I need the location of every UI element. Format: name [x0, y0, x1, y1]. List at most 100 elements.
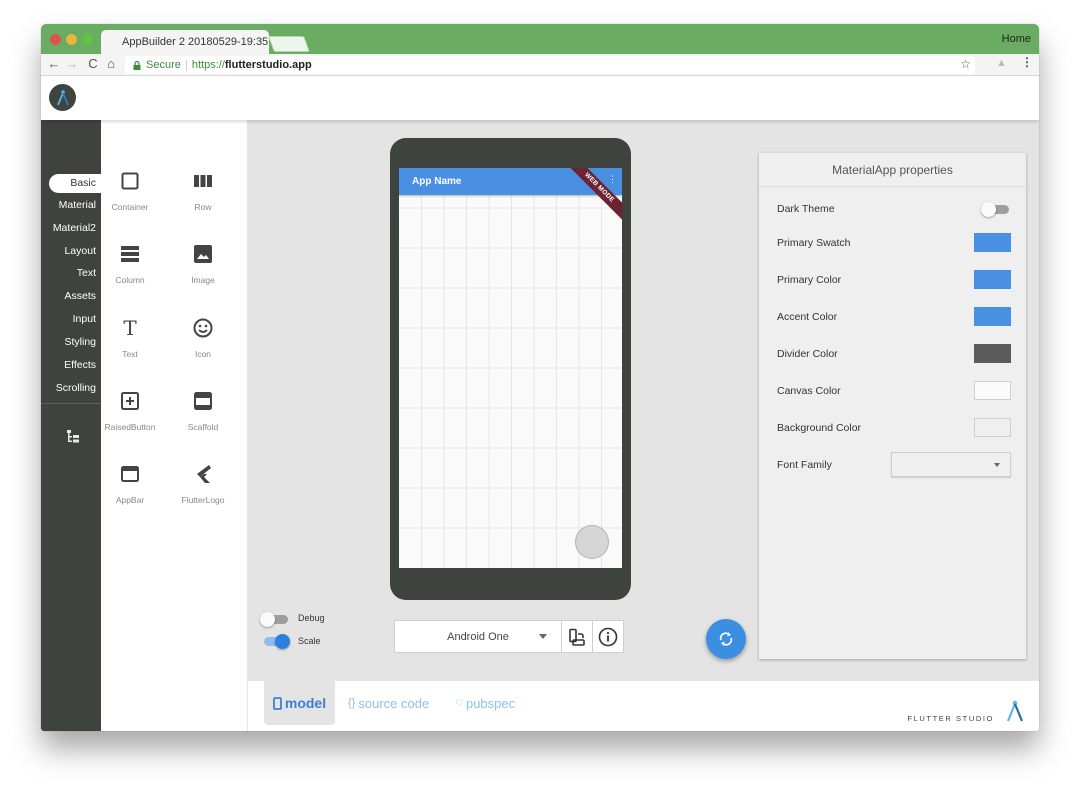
widget-raisedbutton[interactable]: RaisedButton	[94, 388, 166, 432]
tab-model[interactable]: model	[264, 681, 335, 725]
prop-primary-color: Primary Color	[777, 270, 1011, 290]
sidebar-item-material[interactable]: Material	[59, 199, 96, 211]
widget-label: RaisedButton	[104, 422, 156, 432]
widget-text[interactable]: T Text	[94, 315, 166, 359]
prop-divider-color: Divider Color	[777, 344, 1011, 364]
home-icon[interactable]: ⌂	[103, 56, 119, 71]
sidebar-item-material2[interactable]: Material2	[53, 222, 96, 234]
sidebar-item-input[interactable]: Input	[73, 313, 96, 325]
debug-label: Debug	[298, 613, 325, 623]
flutter-logo-icon	[197, 465, 211, 483]
sidebar-divider	[41, 403, 101, 404]
widget-container[interactable]: Container	[94, 168, 166, 212]
app-logo[interactable]	[49, 84, 76, 111]
widget-scaffold[interactable]: Scaffold	[167, 388, 239, 432]
bookmark-star-icon[interactable]: ☆	[960, 57, 971, 71]
primary-swatch-color-picker[interactable]	[974, 233, 1011, 252]
preview-fab[interactable]	[575, 525, 609, 559]
prop-canvas-color: Canvas Color	[777, 381, 1011, 401]
url-scheme: https://	[191, 59, 225, 71]
widget-tree-icon[interactable]	[67, 430, 81, 444]
scale-toggle[interactable]	[260, 634, 290, 649]
brand-wordmark: FLUTTER STUDIO	[907, 714, 994, 723]
svg-text:T: T	[123, 318, 137, 338]
refresh-button[interactable]	[706, 619, 746, 659]
layout-grid	[399, 195, 622, 568]
widget-label: Column	[115, 275, 145, 285]
tab-title: AppBuilder 2 20180529-19:35	[122, 36, 269, 48]
extension-icon[interactable]: ▲	[996, 57, 1007, 69]
prop-label: Dark Theme	[777, 203, 835, 215]
canvas-color-picker[interactable]	[974, 381, 1011, 400]
new-tab-button[interactable]	[268, 36, 310, 52]
prop-label: Divider Color	[777, 348, 838, 360]
widget-icon[interactable]: Icon	[167, 315, 239, 359]
device-select[interactable]: Android One	[394, 620, 562, 653]
rotate-device-button[interactable]	[561, 620, 593, 653]
maximize-window-button[interactable]	[82, 34, 93, 45]
device-info-button[interactable]	[592, 620, 624, 653]
font-family-select[interactable]	[891, 452, 1011, 477]
dark-theme-toggle[interactable]	[981, 202, 1011, 217]
divider-color-picker[interactable]	[974, 344, 1011, 363]
widget-label: AppBar	[115, 495, 145, 505]
tab-pubspec-label: pubspec	[465, 695, 516, 711]
prop-background-color: Background Color	[777, 418, 1011, 438]
primary-color-picker[interactable]	[974, 270, 1011, 289]
widget-image[interactable]: Image	[167, 241, 239, 285]
back-arrow-icon[interactable]: ←	[46, 56, 62, 71]
widget-appbar[interactable]: AppBar	[94, 461, 166, 505]
widget-column[interactable]: Column	[94, 241, 166, 285]
widget-label: Container	[111, 202, 149, 212]
tab-model-label: model	[284, 695, 327, 711]
browser-menu-icon[interactable]: ⋮	[1021, 55, 1033, 69]
smiley-icon	[193, 318, 213, 338]
text-icon: T	[123, 318, 137, 338]
browser-titlebar: AppBuilder 2 20180529-19:35 × Home	[41, 24, 1039, 54]
sidebar-item-styling[interactable]: Styling	[64, 336, 96, 348]
widget-row[interactable]: Row	[167, 168, 239, 212]
browser-window: AppBuilder 2 20180529-19:35 × Home ← → C…	[41, 24, 1039, 731]
tab-pubspec[interactable]: ♡ pubspec	[455, 681, 515, 725]
prop-label: Primary Color	[777, 274, 842, 286]
prop-label: Canvas Color	[777, 385, 841, 397]
minimize-window-button[interactable]	[66, 34, 77, 45]
debug-toggle[interactable]	[260, 612, 290, 627]
sync-icon	[719, 632, 733, 646]
preview-app-name: App Name	[412, 176, 462, 187]
widget-label: Text	[122, 349, 138, 359]
widget-flutterlogo[interactable]: FlutterLogo	[167, 461, 239, 505]
sidebar-item-assets[interactable]: Assets	[64, 290, 96, 302]
url-host: flutterstudio.app	[224, 59, 312, 71]
phone-icon	[272, 696, 282, 710]
scale-label: Scale	[298, 636, 321, 646]
prop-label: Accent Color	[777, 311, 838, 323]
phone-screen[interactable]: App Name ⋮ WEB MODE	[399, 168, 622, 568]
prop-font-family: Font Family	[777, 452, 1011, 477]
sidebar-item-effects[interactable]: Effects	[64, 359, 96, 371]
bottom-tab-bar: model {} source code ♡ pubspec FLUTTER S…	[248, 681, 1039, 731]
browser-tab[interactable]: AppBuilder 2 20180529-19:35 ×	[101, 30, 280, 54]
debug-toggle-knob	[260, 612, 275, 627]
tab-source-code[interactable]: {} source code	[348, 681, 429, 725]
properties-title: MaterialApp properties	[759, 153, 1026, 187]
more-vert-icon: ⋮	[608, 174, 617, 184]
url-separator	[185, 59, 187, 71]
accent-color-picker[interactable]	[974, 307, 1011, 326]
sidebar-item-scrolling[interactable]: Scrolling	[56, 382, 96, 394]
prop-label: Primary Swatch	[777, 237, 851, 249]
close-window-button[interactable]	[50, 34, 61, 45]
url-input[interactable]: Secure https:// flutterstudio.app ☆	[125, 56, 975, 74]
forward-arrow-icon[interactable]: →	[64, 56, 80, 71]
pubspec-icon: ♡	[455, 697, 464, 709]
reload-icon[interactable]: C	[85, 56, 101, 71]
flutter-studio-logo-icon	[1006, 700, 1024, 722]
sidebar-item-layout[interactable]: Layout	[64, 245, 96, 257]
prop-dark-theme: Dark Theme	[777, 199, 1011, 219]
background-color-picker[interactable]	[974, 418, 1011, 437]
profile-label[interactable]: Home	[1002, 33, 1031, 45]
image-icon	[194, 245, 212, 263]
appbar-icon	[121, 466, 139, 482]
raised-button-icon	[121, 392, 139, 410]
column-icon	[121, 246, 139, 262]
